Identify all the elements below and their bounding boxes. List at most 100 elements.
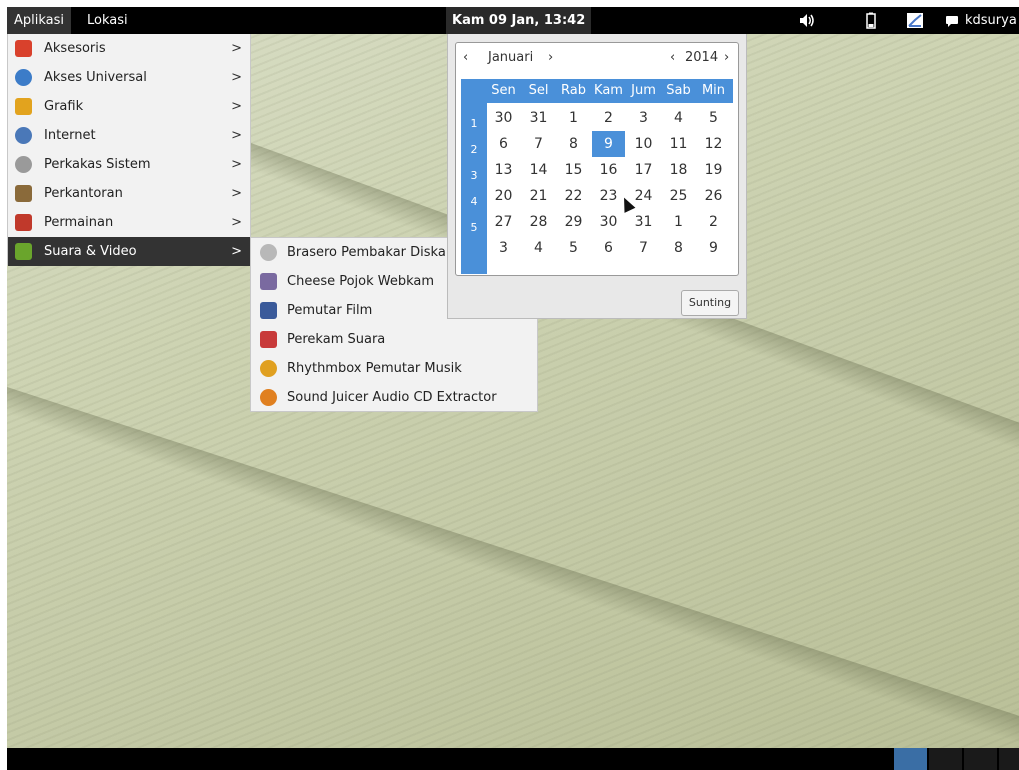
menu-item-label: Suara & Video (44, 244, 137, 259)
calendar-day[interactable]: 1 (662, 209, 695, 235)
battery-icon[interactable] (862, 12, 880, 29)
submenu-item-rhythmbox[interactable]: Rhythmbox Pemutar Musik (251, 354, 537, 383)
user-menu-button[interactable]: kdsurya (945, 7, 1017, 34)
calendar-day[interactable]: 3 (627, 105, 660, 131)
submenu-item-sound-recorder[interactable]: Perekam Suara (251, 325, 537, 354)
volume-icon[interactable] (798, 12, 816, 29)
day-name-header: Min (701, 83, 726, 98)
accessories-icon (15, 40, 32, 57)
chevron-right-icon: > (231, 41, 242, 56)
workspace-4-button[interactable] (999, 748, 1019, 770)
submenu-item-sound-juicer[interactable]: Sound Juicer Audio CD Extractor (251, 383, 537, 412)
chevron-right-icon: > (231, 186, 242, 201)
rhythmbox-icon (260, 360, 277, 377)
chevron-right-icon: > (231, 244, 242, 259)
day-name-header: Sel (528, 83, 549, 98)
menu-item-office[interactable]: Perkantoran > (8, 179, 250, 208)
previous-year-button[interactable]: ‹ (670, 43, 675, 73)
day-name-header: Kam (594, 83, 623, 98)
workspace-1-button[interactable] (894, 748, 927, 770)
calendar-day[interactable]: 19 (697, 157, 730, 183)
calendar-day[interactable]: 3 (487, 235, 520, 261)
menu-item-label: Aksesoris (44, 41, 106, 56)
menu-item-universal-access[interactable]: Akses Universal > (8, 63, 250, 92)
menu-item-internet[interactable]: Internet > (8, 121, 250, 150)
sound-video-icon (15, 243, 32, 260)
calendar-day[interactable]: 2 (697, 209, 730, 235)
calendar-day[interactable]: 5 (697, 105, 730, 131)
calendar-day[interactable]: 7 (627, 235, 660, 261)
calendar-header: ‹ Januari › ‹ 2014 › (456, 43, 738, 73)
calendar-day[interactable]: 22 (557, 183, 590, 209)
calendar-day[interactable]: 17 (627, 157, 660, 183)
bottom-panel (7, 748, 1019, 770)
calendar-day[interactable]: 9 (592, 131, 625, 157)
week-number: 4 (470, 195, 478, 208)
calendar-day[interactable]: 8 (557, 131, 590, 157)
clock-button[interactable]: Kam 09 Jan, 13:42 (446, 7, 592, 34)
cheese-icon (260, 273, 277, 290)
day-name-header: Sen (491, 83, 516, 98)
chevron-right-icon: > (231, 99, 242, 114)
sound-recorder-icon (260, 331, 277, 348)
calendar-day[interactable]: 16 (592, 157, 625, 183)
calendar-day[interactable]: 27 (487, 209, 520, 235)
calendar-day[interactable]: 29 (557, 209, 590, 235)
calendar-day[interactable]: 25 (662, 183, 695, 209)
calendar-day[interactable]: 11 (662, 131, 695, 157)
calendar-day[interactable]: 26 (697, 183, 730, 209)
menu-item-graphics[interactable]: Grafik > (8, 92, 250, 121)
calendar-widget: ‹ Januari › ‹ 2014 › 12345 Sen Sel Rab Kam J… (455, 42, 739, 276)
calendar-day[interactable]: 28 (522, 209, 555, 235)
calendar-day[interactable]: 9 (697, 235, 730, 261)
applications-menu-button[interactable]: Aplikasi (7, 7, 72, 34)
next-month-button[interactable]: › (548, 43, 553, 73)
system-tools-icon (15, 156, 32, 173)
calendar-day[interactable]: 2 (592, 105, 625, 131)
day-names-row: Sen Sel Rab Kam Jum Sab Min (487, 79, 733, 103)
menu-item-accessories[interactable]: Aksesoris > (8, 34, 250, 63)
calendar-day[interactable]: 12 (697, 131, 730, 157)
calendar-day[interactable]: 6 (487, 131, 520, 157)
calendar-day[interactable]: 7 (522, 131, 555, 157)
office-icon (15, 185, 32, 202)
calendar-day[interactable]: 20 (487, 183, 520, 209)
calendar-popup: ‹ Januari › ‹ 2014 › 12345 Sen Sel Rab Kam J… (447, 34, 747, 319)
internet-icon (15, 127, 32, 144)
menu-item-sound-video[interactable]: Suara & Video > (8, 237, 250, 266)
submenu-item-label: Rhythmbox Pemutar Musik (287, 361, 462, 376)
network-icon[interactable] (906, 12, 924, 29)
calendar-day[interactable]: 14 (522, 157, 555, 183)
sound-juicer-icon (260, 389, 277, 406)
menu-item-label: Grafik (44, 99, 84, 114)
calendar-day[interactable]: 5 (557, 235, 590, 261)
calendar-day[interactable]: 4 (522, 235, 555, 261)
calendar-day[interactable]: 31 (627, 209, 660, 235)
menu-item-system-tools[interactable]: Perkakas Sistem > (8, 150, 250, 179)
brasero-icon (260, 244, 277, 261)
calendar-day[interactable]: 15 (557, 157, 590, 183)
workspace-3-button[interactable] (964, 748, 997, 770)
universal-access-icon (15, 69, 32, 86)
calendar-day[interactable]: 8 (662, 235, 695, 261)
next-year-button[interactable]: › (724, 43, 729, 73)
workspace-2-button[interactable] (929, 748, 962, 770)
places-menu-button[interactable]: Lokasi (81, 7, 134, 34)
previous-month-button[interactable]: ‹ (463, 43, 468, 73)
calendar-day[interactable]: 10 (627, 131, 660, 157)
calendar-day[interactable]: 4 (662, 105, 695, 131)
submenu-item-label: Perekam Suara (287, 332, 386, 347)
calendar-day[interactable]: 1 (557, 105, 590, 131)
menu-item-games[interactable]: Permainan > (8, 208, 250, 237)
calendar-day[interactable]: 30 (487, 105, 520, 131)
day-name-header: Rab (561, 83, 586, 98)
calendar-day[interactable]: 30 (592, 209, 625, 235)
calendar-day[interactable]: 18 (662, 157, 695, 183)
calendar-day[interactable]: 6 (592, 235, 625, 261)
month-label: Januari (488, 50, 534, 65)
calendar-day[interactable]: 31 (522, 105, 555, 131)
calendar-day[interactable]: 21 (522, 183, 555, 209)
week-number: 1 (470, 117, 478, 130)
edit-calendar-button[interactable]: Sunting (681, 290, 739, 316)
calendar-day[interactable]: 13 (487, 157, 520, 183)
